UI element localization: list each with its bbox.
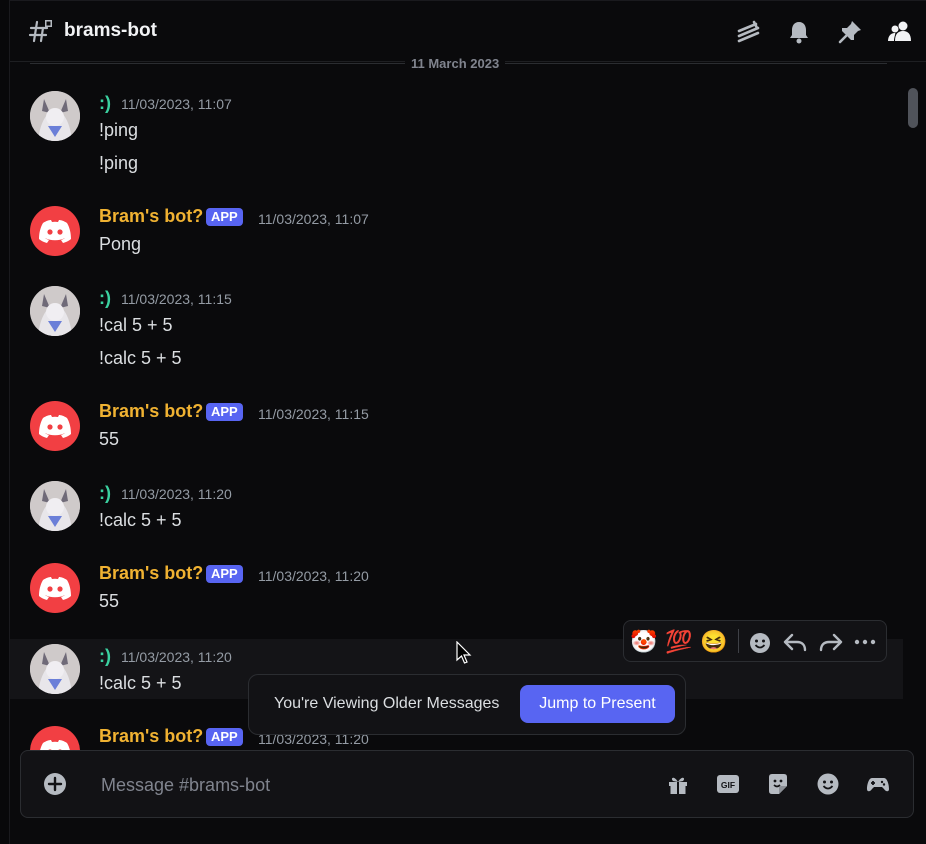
avatar[interactable] <box>30 563 80 613</box>
members-icon[interactable] <box>887 19 913 45</box>
message-author[interactable]: :) <box>99 288 111 309</box>
text-channel-thread-icon <box>28 18 54 44</box>
message-actions-toolbar: 🤡 💯 😆 <box>623 620 887 662</box>
message-composer: GIF <box>20 750 914 818</box>
message-content: !ping <box>99 120 139 140</box>
scrollbar-thumb[interactable] <box>908 88 918 128</box>
svg-text:GIF: GIF <box>721 780 735 790</box>
clown-reaction-button[interactable]: 🤡 <box>630 629 657 655</box>
message-author[interactable]: :) <box>99 646 111 667</box>
message-author[interactable]: :) <box>99 483 111 504</box>
gif-icon[interactable]: GIF <box>716 772 740 796</box>
avatar[interactable] <box>30 206 80 256</box>
message-content: Pong <box>99 234 142 254</box>
avatar[interactable] <box>30 644 80 694</box>
jump-to-present-button[interactable]: Jump to Present <box>520 685 675 723</box>
avatar[interactable] <box>30 401 80 451</box>
threads-icon[interactable] <box>736 19 762 45</box>
message-content: !calc 5 + 5 <box>99 510 182 530</box>
message-input[interactable] <box>99 771 643 799</box>
message-author[interactable]: Bram's bot? <box>99 563 203 584</box>
message-timestamp: 11/03/2023, 11:15 <box>121 291 232 307</box>
pin-icon[interactable] <box>837 19 863 45</box>
app-badge: APP <box>206 403 243 421</box>
laughing-reaction-button[interactable]: 😆 <box>700 629 727 655</box>
app-badge: APP <box>206 565 243 583</box>
message-author[interactable]: Bram's bot? <box>99 401 203 422</box>
reply-icon[interactable] <box>782 629 808 655</box>
message-author[interactable]: Bram's bot? <box>99 726 203 747</box>
channel-name: brams-bot <box>64 20 157 41</box>
message-content: !cal 5 + 5 <box>99 315 173 335</box>
mouse-cursor-icon <box>456 641 472 665</box>
emoji-icon[interactable] <box>816 772 840 796</box>
avatar[interactable] <box>30 91 80 141</box>
message-timestamp: 11/03/2023, 11:07 <box>258 211 369 227</box>
add-reaction-icon[interactable] <box>747 629 773 655</box>
more-icon[interactable] <box>852 629 878 655</box>
older-messages-label: You're Viewing Older Messages <box>274 695 500 712</box>
message-content: 55 <box>99 429 120 449</box>
app-badge: APP <box>206 208 243 226</box>
message-content: !ping <box>99 153 139 173</box>
hundred-reaction-button[interactable]: 💯 <box>665 629 692 655</box>
bell-icon[interactable] <box>786 19 812 45</box>
sticker-icon[interactable] <box>766 772 790 796</box>
app-badge: APP <box>206 728 243 746</box>
channel-header: brams-bot <box>10 1 926 62</box>
game-icon[interactable] <box>866 772 890 796</box>
message-timestamp: 11/03/2023, 11:15 <box>258 406 369 422</box>
avatar[interactable] <box>30 726 80 750</box>
message-timestamp: 11/03/2023, 11:20 <box>258 568 369 584</box>
forward-icon[interactable] <box>818 629 844 655</box>
message-content: 55 <box>99 591 120 611</box>
message-timestamp: 11/03/2023, 11:20 <box>121 649 232 665</box>
gift-icon[interactable] <box>666 772 690 796</box>
message-content: !calc 5 + 5 <box>99 673 182 693</box>
message-timestamp: 11/03/2023, 11:20 <box>121 486 232 502</box>
toolbar-divider <box>738 629 739 653</box>
message-author[interactable]: Bram's bot? <box>99 206 203 227</box>
avatar[interactable] <box>30 286 80 336</box>
message-timestamp: 11/03/2023, 11:07 <box>121 96 232 112</box>
message-content: !calc 5 + 5 <box>99 348 182 368</box>
upload-plus-icon[interactable] <box>43 772 67 796</box>
channel-window: brams-bot 11 March 2023 :) 11/03/2023, 1… <box>9 0 926 844</box>
older-messages-bar: You're Viewing Older Messages Jump to Pr… <box>248 674 686 735</box>
date-divider-label: 11 March 2023 <box>405 56 506 71</box>
avatar[interactable] <box>30 481 80 531</box>
message-author[interactable]: :) <box>99 93 111 114</box>
